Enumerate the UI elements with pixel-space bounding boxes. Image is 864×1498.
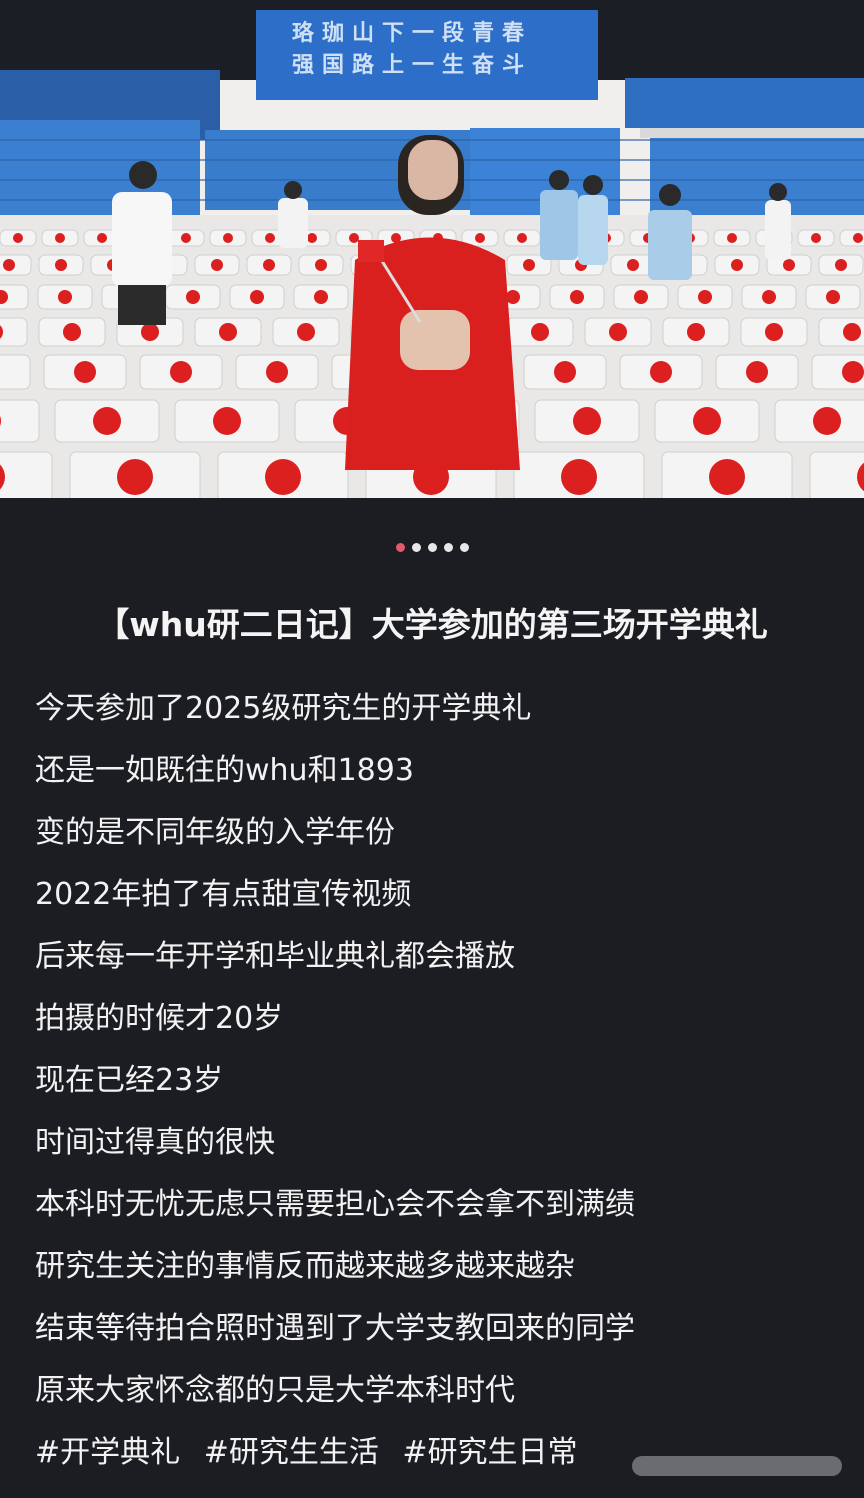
chair-dot xyxy=(561,459,597,495)
chair-dot xyxy=(63,323,81,341)
carousel-dot[interactable] xyxy=(411,543,421,552)
chair-dot xyxy=(170,361,192,383)
chair-dot xyxy=(13,233,23,243)
chair-dot xyxy=(746,361,768,383)
chair-dot xyxy=(627,259,639,271)
chair-dot xyxy=(517,233,527,243)
chair-dot xyxy=(693,407,721,435)
body-line: 变的是不同年级的入学年份 xyxy=(35,815,395,850)
body-line: 2022年拍了有点甜宣传视频 xyxy=(35,877,412,912)
banner-line-2: 强国路上一生奋斗 xyxy=(292,52,532,78)
hashtag-row: #开学典礼 #研究生生活 #研究生日常 xyxy=(35,1422,635,1484)
chair-dot xyxy=(531,323,549,341)
chair-dot xyxy=(117,459,153,495)
chair-dot xyxy=(709,459,745,495)
chair xyxy=(0,399,40,443)
chair-dot xyxy=(813,407,841,435)
chair-dot xyxy=(93,407,121,435)
chair-dot xyxy=(55,259,67,271)
chair-dot xyxy=(506,290,520,304)
chair-dot xyxy=(842,361,864,383)
post-title: 【whu研二日记】大学参加的第三场开学典礼 xyxy=(96,605,768,644)
chair-dot xyxy=(3,259,15,271)
chair-dot xyxy=(181,233,191,243)
chair-dot xyxy=(297,323,315,341)
body-line: 研究生关注的事情反而越来越多越来越杂 xyxy=(35,1249,575,1284)
chair-dot xyxy=(573,407,601,435)
chair-dot xyxy=(727,233,737,243)
carousel-dot[interactable] xyxy=(427,543,437,552)
chair-dot xyxy=(219,323,237,341)
chair-dot xyxy=(835,259,847,271)
chair-dot xyxy=(475,233,485,243)
chair-dot xyxy=(523,259,535,271)
chair xyxy=(0,354,31,390)
post-body: 今天参加了2025级研究生的开学典礼 还是一如既往的whu和1893 变的是不同… xyxy=(35,678,635,1484)
chair-dot xyxy=(609,323,627,341)
body-line: 拍摄的时候才20岁 xyxy=(35,1001,284,1036)
body-line: 结束等待拍合照时遇到了大学支教回来的同学 xyxy=(35,1311,635,1346)
chair-dot xyxy=(843,323,861,341)
chair-dot xyxy=(265,233,275,243)
chair xyxy=(0,317,28,347)
chair-dot xyxy=(250,290,264,304)
ceremony-photo: 珞珈山下一段青春 强国路上一生奋斗 xyxy=(0,0,864,504)
body-line: 本科时无忧无虑只需要担心会不会拿不到满绩 xyxy=(35,1187,635,1222)
chair-dot xyxy=(650,361,672,383)
chair xyxy=(809,451,864,503)
chair-dot xyxy=(853,233,863,243)
banner-line-1: 珞珈山下一段青春 xyxy=(292,20,532,46)
chair-dot xyxy=(186,290,200,304)
carousel-dot[interactable] xyxy=(395,543,405,552)
chair-dot xyxy=(765,323,783,341)
chair-dot xyxy=(811,233,821,243)
carousel-indicator[interactable] xyxy=(0,543,864,552)
chair-dot xyxy=(826,290,840,304)
chair-dot xyxy=(223,233,233,243)
chair-dot xyxy=(783,259,795,271)
chair-dot xyxy=(315,259,327,271)
chair-dot xyxy=(762,290,776,304)
body-line: 后来每一年开学和毕业典礼都会播放 xyxy=(35,939,515,974)
watermark-logo xyxy=(632,1456,842,1476)
post-photo[interactable]: 珞珈山下一段青春 强国路上一生奋斗 xyxy=(0,0,864,504)
chair xyxy=(0,451,53,503)
chair-dot xyxy=(265,459,301,495)
chair-dot xyxy=(570,290,584,304)
hashtag-link[interactable]: #研究生生活 xyxy=(204,1435,379,1470)
hashtag-link[interactable]: #研究生日常 xyxy=(402,1435,577,1470)
chair-dot xyxy=(266,361,288,383)
chair-dot xyxy=(74,361,96,383)
chair-dot xyxy=(634,290,648,304)
carousel-dot[interactable] xyxy=(459,543,469,552)
chair-dot xyxy=(55,233,65,243)
chair-dot xyxy=(554,361,576,383)
body-line: 时间过得真的很快 xyxy=(35,1125,275,1160)
chair-dot xyxy=(307,233,317,243)
body-line: 还是一如既往的whu和1893 xyxy=(35,753,414,788)
chair-dot xyxy=(349,233,359,243)
carousel-dot[interactable] xyxy=(443,543,453,552)
chair-dot xyxy=(213,407,241,435)
chair-dot xyxy=(211,259,223,271)
chair-dot xyxy=(687,323,705,341)
body-line: 现在已经23岁 xyxy=(35,1063,224,1098)
chair-dot xyxy=(97,233,107,243)
chair-dot xyxy=(58,290,72,304)
chair-dot xyxy=(731,259,743,271)
body-line: 今天参加了2025级研究生的开学典礼 xyxy=(35,691,532,726)
body-line: 原来大家怀念都的只是大学本科时代 xyxy=(35,1373,515,1408)
chair-dot xyxy=(314,290,328,304)
chair-dot xyxy=(141,323,159,341)
hashtag-link[interactable]: #开学典礼 xyxy=(35,1435,180,1470)
chair-dot xyxy=(698,290,712,304)
chair-dot xyxy=(263,259,275,271)
